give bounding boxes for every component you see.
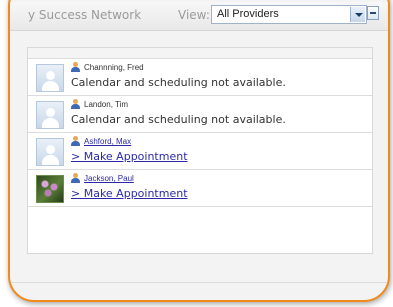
person-icon (71, 99, 80, 109)
minimize-icon[interactable] (367, 6, 379, 20)
view-select[interactable]: All Providers (211, 5, 367, 24)
footer-divider (10, 282, 388, 283)
provider-row: Landon, Tim Calendar and scheduling not … (28, 96, 372, 133)
provider-name: Landon, Tim (84, 100, 129, 109)
provider-name-link[interactable]: Jackson, Paul (84, 174, 134, 183)
person-icon (71, 173, 80, 183)
widget-title: y Success Network (28, 8, 142, 22)
provider-list-panel: Channning, Fred Calendar and scheduling … (27, 47, 373, 254)
person-icon (71, 62, 80, 72)
make-appointment-link[interactable]: > Make Appointment (71, 187, 188, 200)
person-icon (71, 136, 80, 146)
avatar-placeholder-icon (36, 138, 64, 166)
provider-row: Jackson, Paul > Make Appointment (28, 170, 372, 207)
widget-header: y Success Network View: All Providers (10, 2, 388, 31)
provider-name: Channning, Fred (84, 63, 144, 72)
provider-name-link[interactable]: Ashford, Max (84, 137, 131, 146)
view-select-value: All Providers (217, 8, 279, 20)
avatar-placeholder-icon (36, 64, 64, 92)
view-label: View: (178, 8, 210, 22)
avatar (36, 175, 64, 203)
provider-row: Ashford, Max > Make Appointment (28, 133, 372, 170)
provider-status: Calendar and scheduling not available. (71, 76, 286, 89)
provider-row: Channning, Fred Calendar and scheduling … (28, 59, 372, 96)
chevron-down-icon[interactable] (350, 7, 365, 22)
provider-status: Calendar and scheduling not available. (71, 113, 286, 126)
list-top-bar (28, 48, 372, 59)
success-network-widget: y Success Network View: All Providers Ch… (8, 0, 390, 302)
make-appointment-link[interactable]: > Make Appointment (71, 150, 188, 163)
avatar-placeholder-icon (36, 101, 64, 129)
